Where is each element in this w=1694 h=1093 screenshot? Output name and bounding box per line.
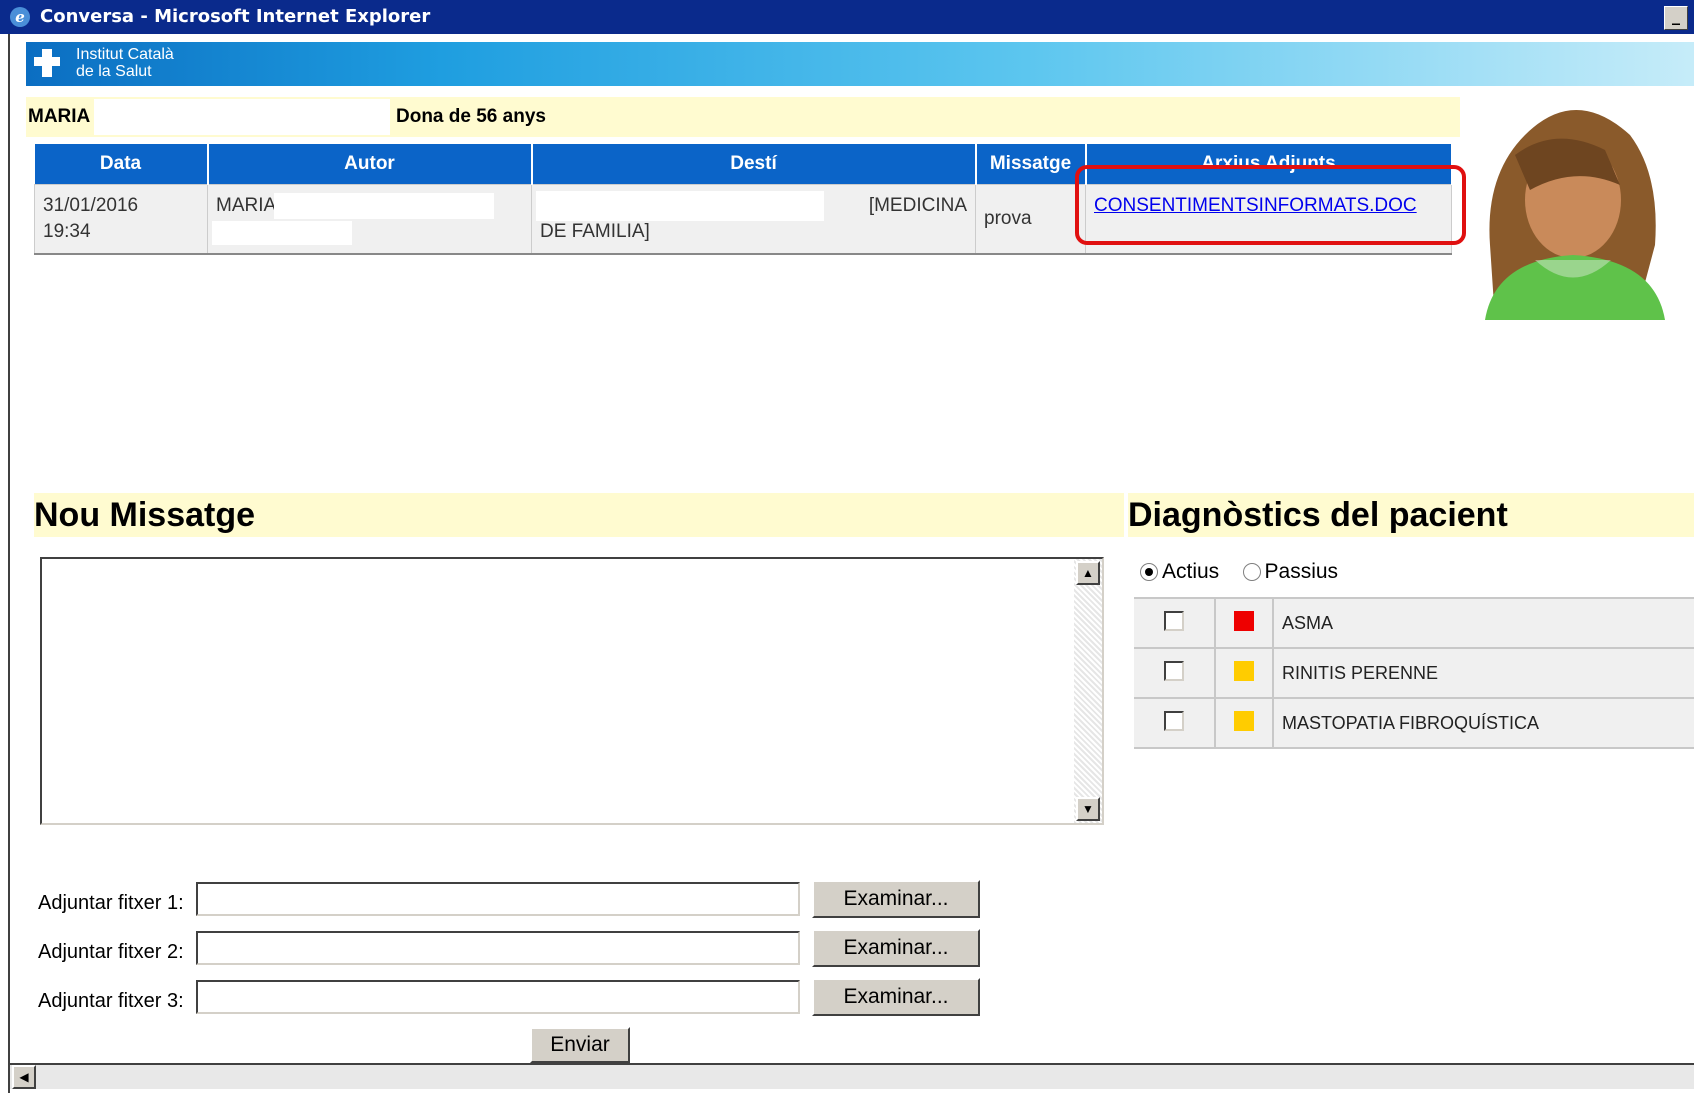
column-header-author: Autor: [207, 144, 533, 185]
severity-swatch-yellow: [1234, 660, 1254, 681]
diagnostic-row: RINITIS PERENNE: [1134, 647, 1694, 699]
diagnostic-filter: Actius Passius: [1140, 555, 1338, 589]
highlight-annotation: [1075, 165, 1466, 245]
scroll-up-icon[interactable]: ▲: [1076, 561, 1100, 585]
diagnostic-checkbox[interactable]: [1164, 610, 1184, 631]
radio-active-label: Actius: [1162, 560, 1220, 583]
radio-passive-label: Passius: [1264, 560, 1339, 583]
diagnostic-checkbox[interactable]: [1164, 660, 1184, 681]
window-title: Conversa - Microsoft Internet Explorer: [40, 6, 431, 27]
patient-description: Dona de 56 anys: [396, 106, 546, 127]
column-header-message: Missatge: [975, 144, 1087, 185]
new-message-heading: Nou Missatge: [34, 493, 1124, 537]
column-header-date: Data: [34, 144, 209, 185]
patient-name: MARIA: [28, 106, 91, 127]
ie-icon: e: [10, 7, 30, 27]
message-author-cell: MARIA: [207, 184, 532, 255]
attach-label-2: Adjuntar fitxer 2:: [38, 941, 184, 963]
redacted-surname: [94, 99, 390, 135]
severity-swatch-yellow: [1234, 710, 1254, 731]
scroll-left-icon[interactable]: ◀: [12, 1065, 36, 1089]
radio-active[interactable]: [1140, 563, 1158, 582]
diagnostic-row: MASTOPATIA FIBROQUÍSTICA: [1134, 697, 1694, 749]
diagnostic-row: ASMA: [1134, 597, 1694, 649]
browse-button-1[interactable]: Examinar...: [812, 880, 980, 918]
severity-swatch-red: [1234, 610, 1254, 631]
diagnostics-heading: Diagnòstics del pacient: [1128, 493, 1694, 537]
attach-label-3: Adjuntar fitxer 3:: [38, 990, 184, 1012]
column-header-destination: Destí: [531, 144, 977, 185]
diagnostics-table: ASMA RINITIS PERENNE MASTOPATIA FIBROQUÍ…: [1134, 597, 1694, 749]
message-destination-cell: [MEDICINA DE FAMILIA]: [531, 184, 976, 255]
minimize-button[interactable]: _: [1664, 6, 1688, 30]
message-text-cell: prova: [975, 184, 1086, 255]
message-textarea[interactable]: [40, 557, 1104, 825]
attach-input-1[interactable]: [196, 882, 800, 916]
diagnostic-label: RINITIS PERENNE: [1273, 647, 1694, 699]
female-patient-avatar: [1485, 110, 1665, 320]
diagnostic-checkbox[interactable]: [1164, 710, 1184, 731]
diagnostic-label: MASTOPATIA FIBROQUÍSTICA: [1273, 697, 1694, 749]
attach-input-3[interactable]: [196, 980, 800, 1014]
message-date-cell: 31/01/2016 19:34: [34, 184, 208, 255]
horizontal-scrollbar[interactable]: ◀: [10, 1063, 1694, 1089]
org-name: Institut Català de la Salut: [76, 46, 174, 80]
scroll-down-icon[interactable]: ▼: [1076, 797, 1100, 821]
window-left-border: [0, 34, 10, 1093]
browse-button-3[interactable]: Examinar...: [812, 978, 980, 1016]
browse-button-2[interactable]: Examinar...: [812, 929, 980, 967]
header-banner: Institut Català de la Salut: [26, 42, 1694, 86]
textarea-scrollbar[interactable]: ▲ ▼: [1074, 559, 1102, 823]
send-button[interactable]: Enviar: [530, 1027, 630, 1063]
attach-input-2[interactable]: [196, 931, 800, 965]
attach-label-1: Adjuntar fitxer 1:: [38, 892, 184, 914]
window-titlebar: e Conversa - Microsoft Internet Explorer…: [0, 0, 1694, 34]
radio-passive[interactable]: [1242, 563, 1261, 582]
patient-bar: MARIA Dona de 56 anys: [26, 97, 1460, 137]
diagnostic-label: ASMA: [1273, 597, 1694, 649]
